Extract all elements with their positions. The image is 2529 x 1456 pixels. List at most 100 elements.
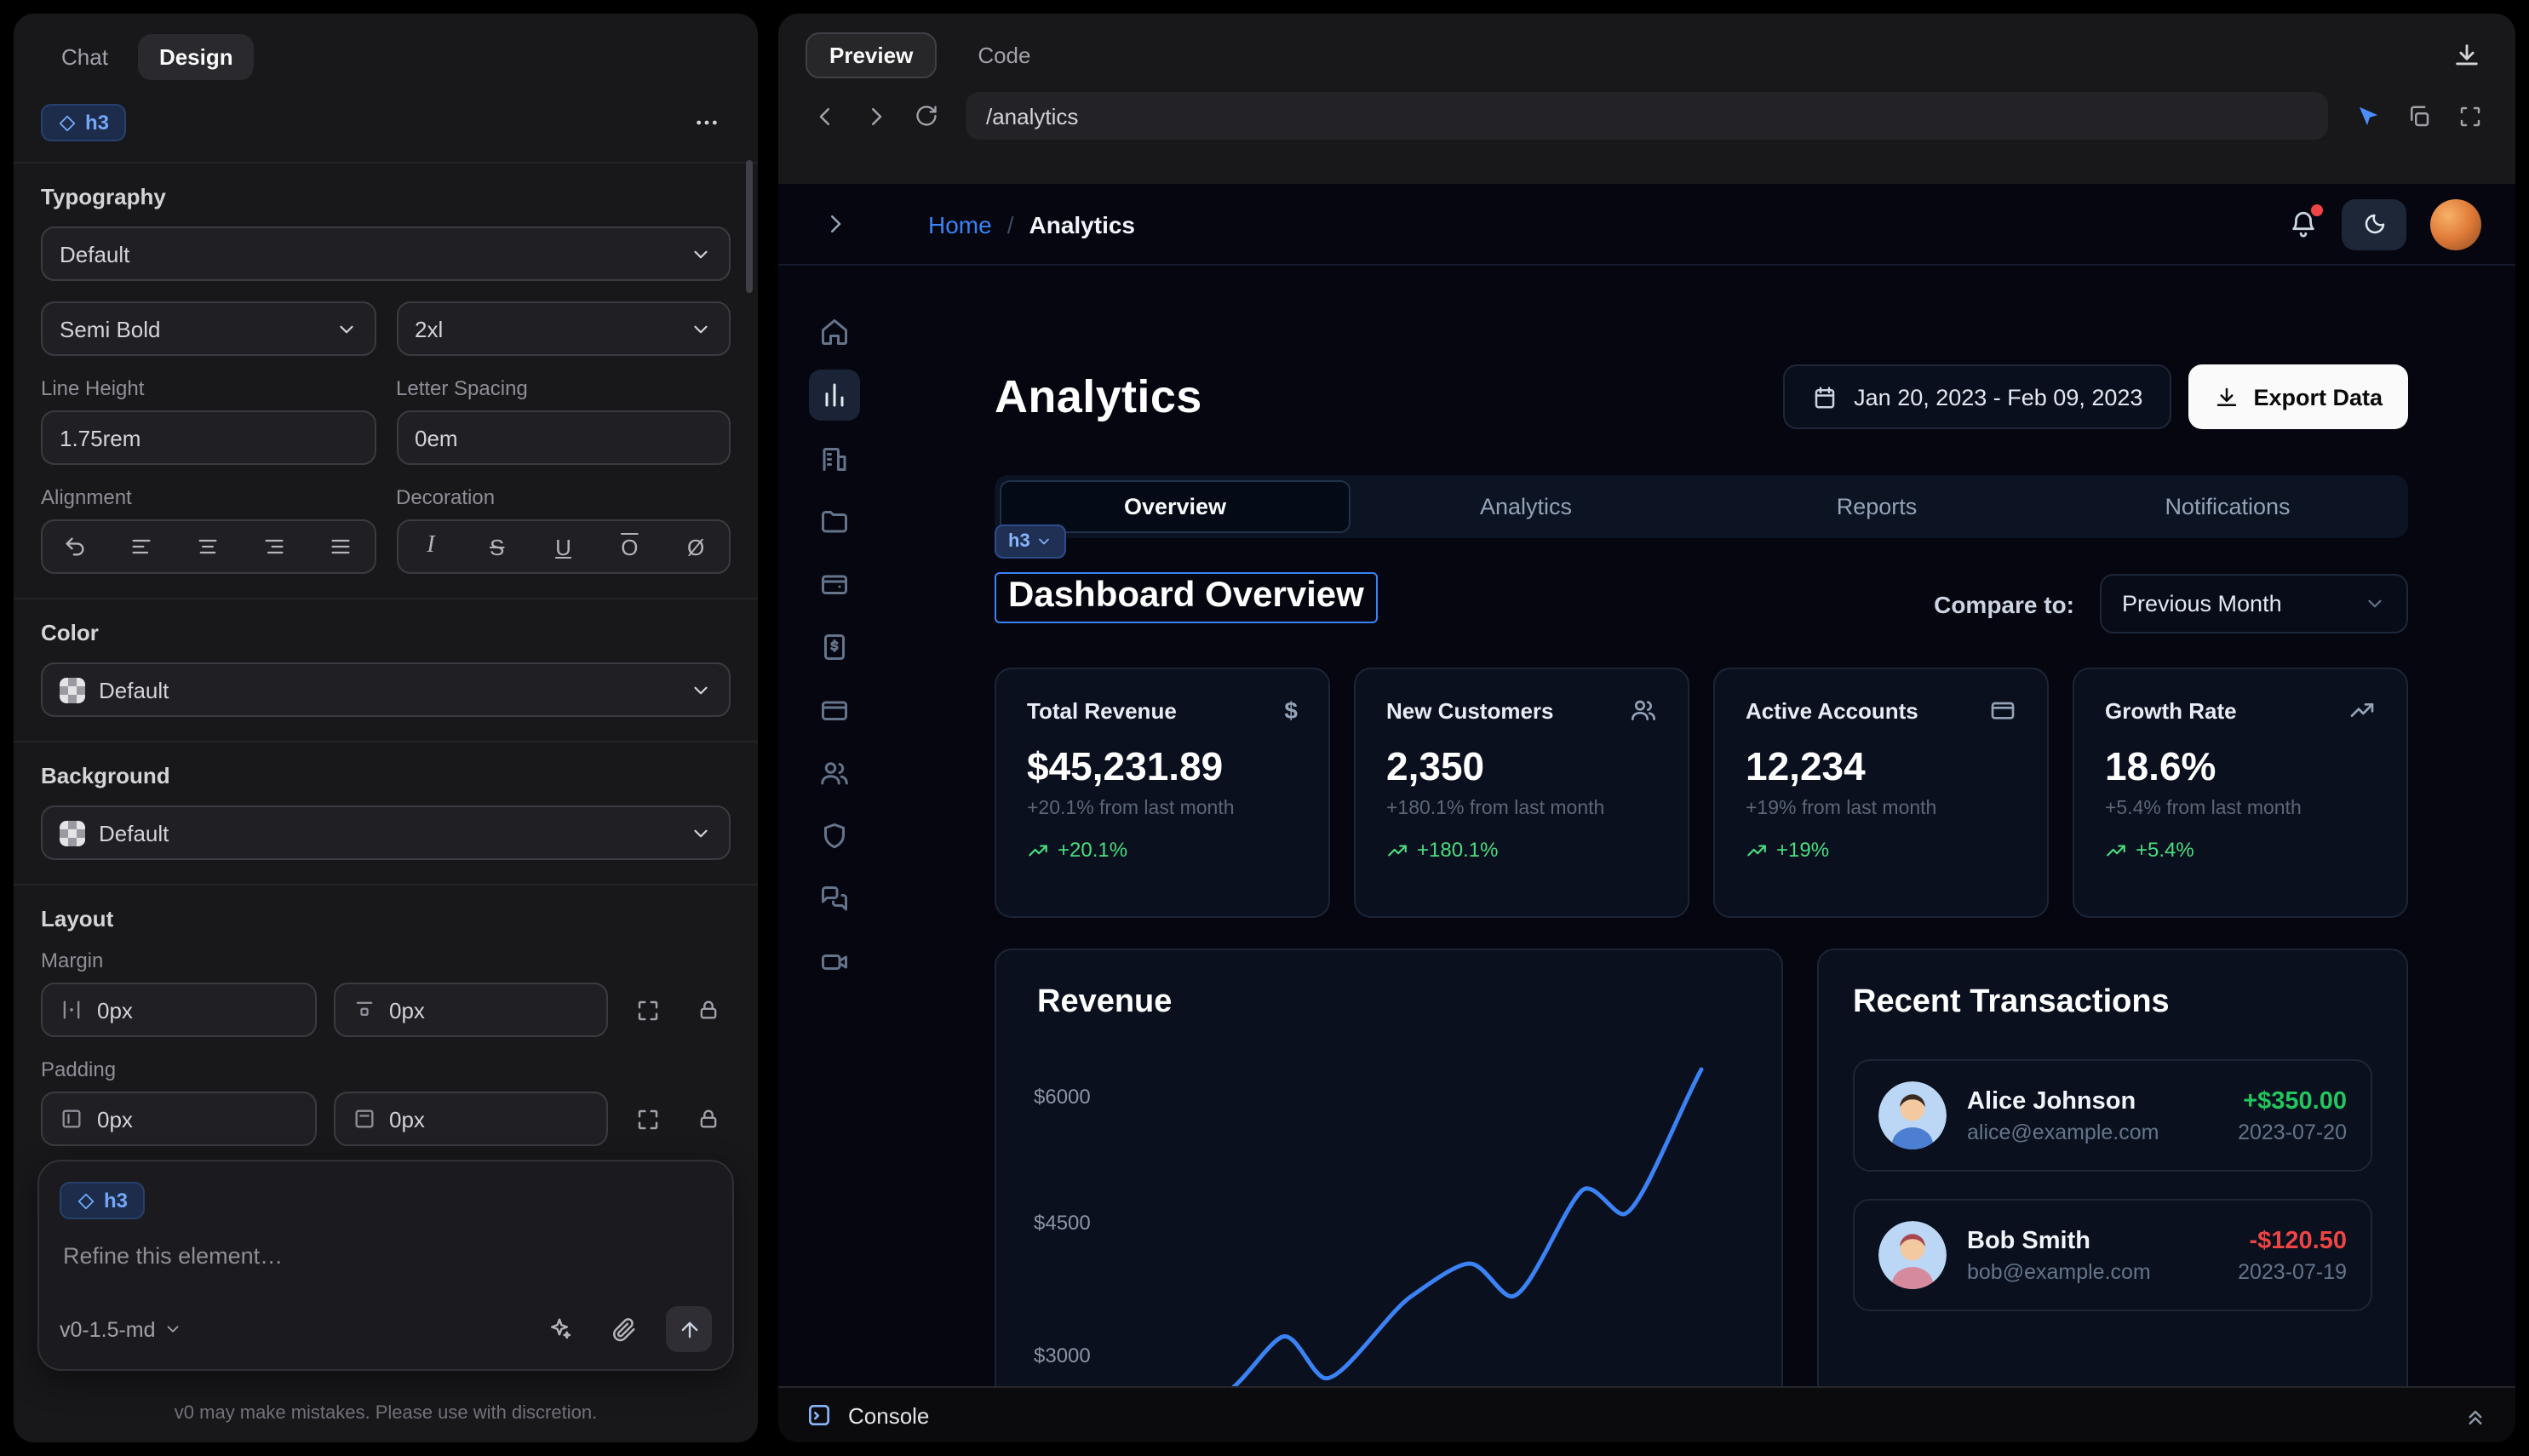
tab-preview[interactable]: Preview [806, 32, 937, 78]
download-button[interactable] [2444, 33, 2488, 77]
panel-scrollbar[interactable] [746, 160, 753, 293]
fullscreen-button[interactable] [2447, 94, 2492, 138]
transaction-row[interactable]: Bob Smith bob@example.com -$120.50 2023-… [1853, 1199, 2372, 1311]
font-family-select[interactable]: Default [41, 226, 731, 281]
bar-chart-icon [819, 380, 850, 410]
tab-chat[interactable]: Chat [41, 34, 129, 80]
stat-subtext: +180.1% from last month [1386, 799, 1657, 819]
console-expand-button[interactable] [2463, 1402, 2488, 1428]
chevron-down-icon [690, 318, 712, 340]
refresh-button[interactable] [904, 94, 949, 138]
sidebar-item-security[interactable] [809, 811, 860, 862]
design-panel: Chat Design h3 Typography Default Semi B… [14, 14, 758, 1442]
color-select[interactable]: Default [41, 662, 731, 717]
typography-heading: Typography [41, 184, 731, 209]
layout-heading: Layout [41, 906, 731, 931]
theme-toggle-button[interactable] [2342, 198, 2406, 249]
model-name: v0-1.5-md [60, 1317, 156, 1341]
line-height-input[interactable]: 1.75rem [41, 410, 376, 465]
padding-label: Padding [41, 1058, 731, 1081]
stat-trend-value: +20.1% [1058, 838, 1127, 862]
padding-lock-button[interactable] [686, 1097, 731, 1141]
margin-vertical-input[interactable]: 0px [333, 983, 608, 1037]
compare-select[interactable]: Previous Month [2100, 574, 2408, 633]
composer-element-badge[interactable]: h3 [60, 1182, 145, 1219]
clear-decoration-button[interactable]: Ø [662, 521, 729, 572]
back-button[interactable] [802, 94, 846, 138]
padding-vertical-input[interactable]: 0px [333, 1092, 608, 1146]
transaction-row[interactable]: Alice Johnson alice@example.com +$350.00… [1853, 1059, 2372, 1172]
strikethrough-button[interactable]: S [464, 521, 530, 572]
send-button[interactable] [666, 1306, 712, 1352]
enhance-prompt-button[interactable] [536, 1307, 581, 1351]
tab-reports[interactable]: Reports [1701, 480, 2052, 533]
refine-input[interactable] [63, 1243, 715, 1269]
margin-lock-button[interactable] [686, 988, 731, 1032]
align-center-icon [197, 535, 221, 559]
sidebar-item-analytics[interactable] [809, 370, 860, 421]
vertical-spacing-icon [352, 998, 376, 1022]
sidebar-expand-button[interactable] [812, 202, 857, 246]
export-data-button[interactable]: Export Data [2188, 364, 2408, 429]
date-range-button[interactable]: Jan 20, 2023 - Feb 09, 2023 [1782, 364, 2171, 429]
sidebar-item-projects[interactable] [809, 496, 860, 547]
sidebar-item-invoices[interactable] [809, 622, 860, 673]
font-size-value: 2xl [415, 316, 443, 341]
sidebar-item-home[interactable] [809, 307, 860, 358]
open-in-new-button[interactable] [2396, 94, 2440, 138]
align-left-button[interactable] [109, 521, 175, 572]
sidebar-item-wallet[interactable] [809, 559, 860, 610]
overline-icon: O [621, 534, 638, 559]
tab-design[interactable]: Design [139, 34, 254, 80]
chevron-down-icon [690, 679, 712, 701]
italic-button[interactable]: I [398, 521, 464, 572]
align-center-button[interactable] [175, 521, 242, 572]
tab-analytics[interactable]: Analytics [1351, 480, 1701, 533]
padding-horizontal-input[interactable]: 0px [41, 1092, 316, 1146]
margin-expand-button[interactable] [625, 988, 669, 1032]
font-weight-value: Semi Bold [60, 316, 161, 341]
model-select[interactable]: v0-1.5-md [60, 1317, 183, 1341]
element-tag-label: h3 [1008, 531, 1030, 552]
stat-value: $45,231.89 [1027, 744, 1298, 790]
underline-button[interactable]: U [530, 521, 597, 572]
section-title-selected[interactable]: Dashboard Overview [995, 572, 1378, 623]
padding-expand-button[interactable] [625, 1097, 669, 1141]
align-justify-button[interactable] [307, 521, 374, 572]
tab-code[interactable]: Code [954, 32, 1054, 78]
user-avatar[interactable] [2430, 198, 2481, 249]
console-bar[interactable]: Console [778, 1386, 2515, 1442]
letter-spacing-input[interactable]: 0em [396, 410, 731, 465]
sidebar-item-messages[interactable] [809, 874, 860, 925]
forward-button[interactable] [853, 94, 897, 138]
attach-button[interactable] [601, 1307, 645, 1351]
calendar-icon [1811, 384, 1837, 410]
stat-trend-value: +180.1% [1417, 838, 1498, 862]
background-select[interactable]: Default [41, 805, 731, 860]
tab-notifications[interactable]: Notifications [2052, 480, 2403, 533]
sidebar-item-video[interactable] [809, 937, 860, 988]
selected-element-badge[interactable]: h3 [41, 104, 126, 141]
refine-composer: h3 v0-1.5-md [37, 1160, 734, 1371]
undo-alignment-button[interactable] [43, 521, 109, 572]
element-tag-badge[interactable]: h3 [995, 525, 1066, 559]
margin-horizontal-input[interactable]: 0px [41, 983, 316, 1037]
font-size-select[interactable]: 2xl [396, 301, 731, 356]
url-input[interactable] [966, 92, 2328, 140]
arrow-up-icon [677, 1317, 701, 1341]
shield-icon [819, 821, 850, 851]
align-right-button[interactable] [241, 521, 307, 572]
sidebar-item-organization[interactable] [809, 433, 860, 484]
color-section: Color Default [14, 598, 758, 741]
dollar-icon: $ [1284, 696, 1298, 724]
moon-icon [2361, 211, 2387, 237]
select-element-tool-button[interactable] [2345, 94, 2389, 138]
more-options-button[interactable] [683, 104, 731, 141]
selected-element-label: h3 [85, 111, 109, 135]
sidebar-item-customers[interactable] [809, 748, 860, 799]
notifications-button[interactable] [2289, 209, 2318, 238]
font-weight-select[interactable]: Semi Bold [41, 301, 376, 356]
overline-button[interactable]: O [596, 521, 662, 572]
sidebar-item-cards[interactable] [809, 685, 860, 736]
breadcrumb-home-link[interactable]: Home [928, 210, 992, 238]
